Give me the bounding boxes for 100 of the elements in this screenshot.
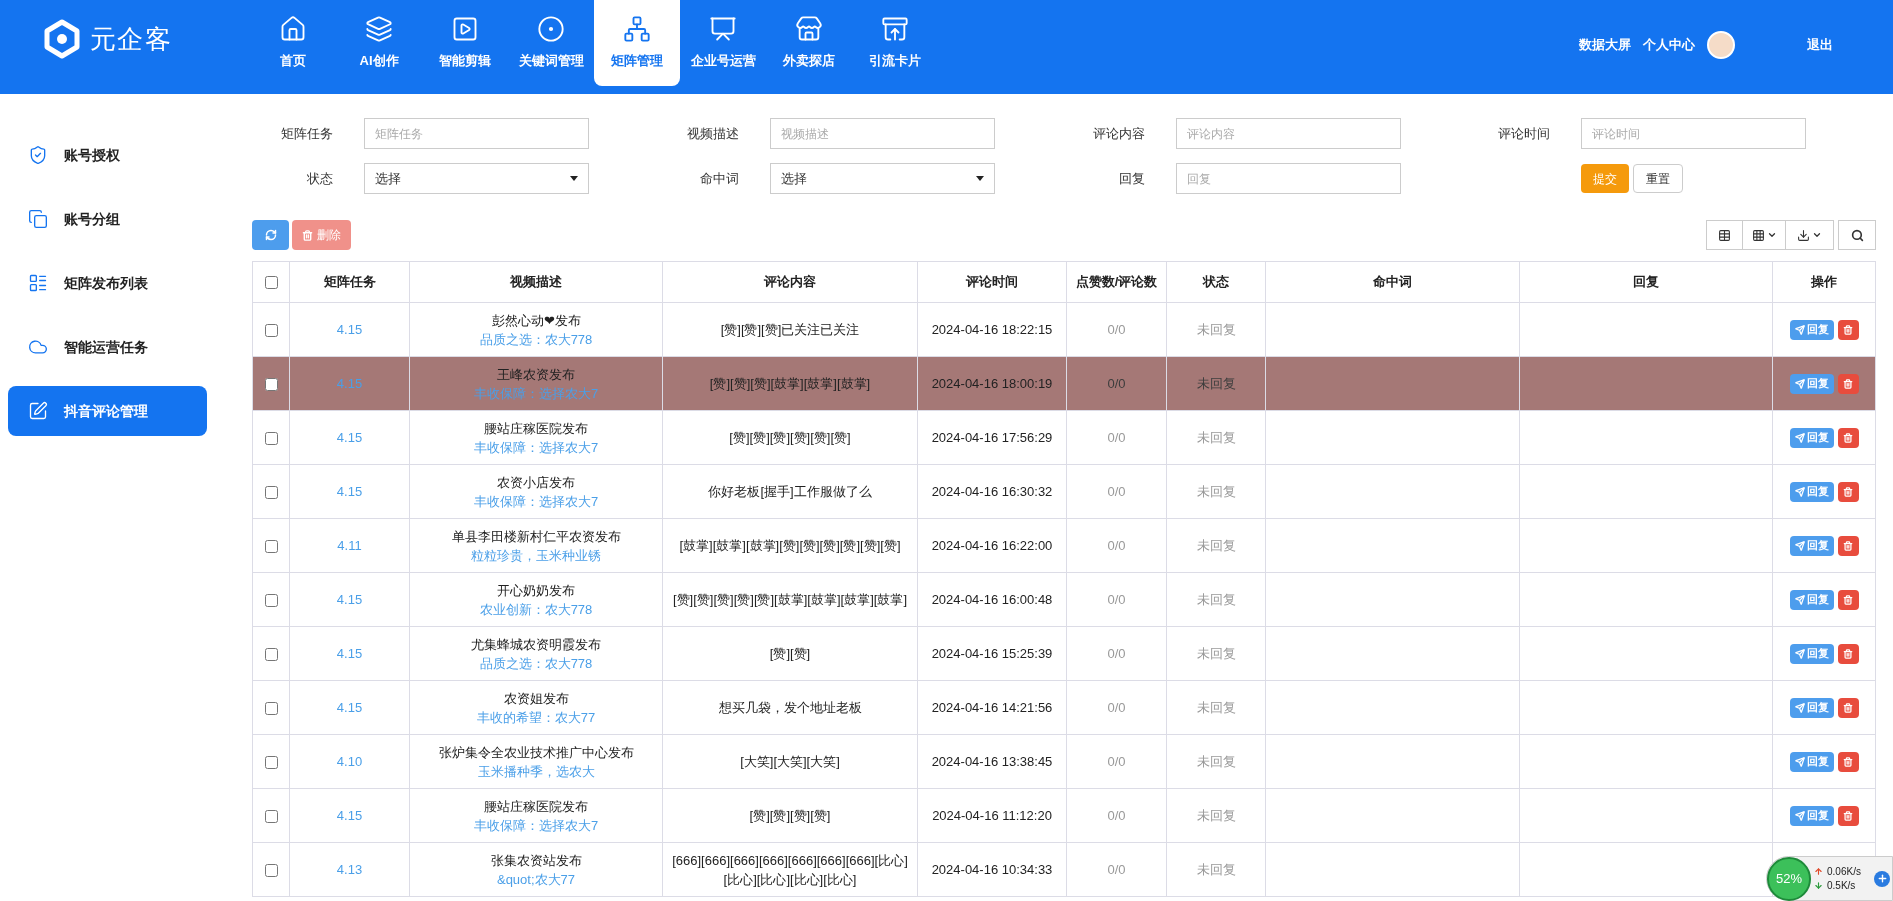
select-all-checkbox[interactable]: [264, 276, 278, 290]
header-link[interactable]: 个人中心: [1643, 35, 1695, 55]
status-cell: 未回复: [1166, 788, 1266, 843]
reply-button[interactable]: 回复: [1789, 481, 1834, 502]
columns-button[interactable]: [1743, 220, 1786, 250]
trash-icon: [1843, 594, 1853, 605]
column-header: 状态: [1166, 261, 1266, 303]
reply-button[interactable]: 回复: [1789, 427, 1834, 448]
trash-icon: [1843, 810, 1853, 821]
delete-row-button[interactable]: [1837, 373, 1859, 394]
task-cell[interactable]: 4.15: [289, 302, 410, 357]
input-field[interactable]: 回复: [1175, 163, 1401, 194]
row-checkbox[interactable]: [264, 809, 278, 823]
reply-button[interactable]: 回复: [1789, 805, 1834, 826]
count-cell: 0/0: [1066, 680, 1167, 735]
row-checkbox[interactable]: [264, 701, 278, 715]
reply-button[interactable]: 回复: [1789, 751, 1834, 772]
network-widget[interactable]: 52% 0.06K/s 0.5K/s: [1766, 856, 1893, 901]
nav-tab[interactable]: 首页: [250, 0, 336, 86]
delete-row-button[interactable]: [1837, 751, 1859, 772]
reply-button[interactable]: 回复: [1789, 697, 1834, 718]
copy-icon: [28, 209, 48, 229]
task-cell[interactable]: 4.15: [289, 788, 410, 843]
delete-row-button[interactable]: [1837, 481, 1859, 502]
video-subtitle: 丰收的希望：农大77: [475, 708, 597, 727]
row-checkbox[interactable]: [264, 431, 278, 445]
nav-tab[interactable]: 矩阵管理: [594, 0, 680, 86]
export-button[interactable]: [1786, 220, 1834, 250]
delete-row-button[interactable]: [1837, 805, 1859, 826]
row-checkbox[interactable]: [264, 539, 278, 553]
comment-cell: [赞][赞][赞][鼓掌][鼓掌][鼓掌]: [662, 356, 918, 411]
row-checkbox[interactable]: [264, 485, 278, 499]
column-header: 回复: [1519, 261, 1773, 303]
nav-tab[interactable]: 外卖探店: [766, 0, 852, 86]
caret-icon: [1812, 230, 1822, 240]
reset-button[interactable]: 重置: [1633, 164, 1684, 193]
input-field[interactable]: 评论时间: [1581, 118, 1807, 149]
select-field[interactable]: 选择: [364, 163, 589, 194]
comment-cell: [赞][赞][赞]已关注已关注: [662, 302, 918, 357]
search-button[interactable]: [1838, 220, 1876, 250]
nav-tab[interactable]: 智能剪辑: [422, 0, 508, 86]
nav-tab[interactable]: 关键词管理: [508, 0, 594, 86]
nav-tab[interactable]: AI创作: [336, 0, 422, 86]
comment-cell: [赞][赞]: [662, 626, 918, 681]
input-field[interactable]: 矩阵任务: [364, 118, 589, 149]
sidebar-item[interactable]: 智能运营任务: [8, 322, 207, 372]
row-checkbox[interactable]: [264, 863, 278, 877]
count-cell: 0/0: [1066, 356, 1167, 411]
avatar[interactable]: [1707, 31, 1735, 59]
nav-tab[interactable]: 引流卡片: [852, 0, 938, 86]
row-checkbox[interactable]: [264, 593, 278, 607]
status-cell: 未回复: [1166, 680, 1266, 735]
header-link[interactable]: 数据大屏: [1579, 35, 1631, 55]
reply-button[interactable]: 回复: [1789, 643, 1834, 664]
plus-icon[interactable]: [1874, 870, 1890, 887]
task-cell[interactable]: 4.15: [289, 572, 410, 627]
delete-row-button[interactable]: [1837, 697, 1859, 718]
trash-icon: [1843, 540, 1853, 551]
filter-label: 回复: [1117, 169, 1146, 188]
reply-button[interactable]: 回复: [1789, 319, 1834, 340]
task-cell[interactable]: 4.15: [289, 680, 410, 735]
table-view-button[interactable]: [1706, 220, 1743, 250]
reply-button[interactable]: 回复: [1789, 589, 1834, 610]
task-cell[interactable]: 4.10: [289, 734, 410, 789]
delete-row-button[interactable]: [1837, 643, 1859, 664]
task-cell[interactable]: 4.15: [289, 626, 410, 681]
task-cell[interactable]: 4.15: [289, 464, 410, 519]
status-cell: 未回复: [1166, 464, 1266, 519]
row-checkbox[interactable]: [264, 377, 278, 391]
input-field[interactable]: 评论内容: [1175, 118, 1401, 149]
sidebar-item[interactable]: 矩阵发布列表: [8, 258, 207, 308]
delete-button[interactable]: 删除: [292, 220, 351, 250]
input-field[interactable]: 视频描述: [769, 118, 995, 149]
logout-link[interactable]: 退出: [1807, 35, 1833, 55]
delete-row-button[interactable]: [1837, 589, 1859, 610]
task-cell[interactable]: 4.13: [289, 842, 410, 897]
row-checkbox[interactable]: [264, 647, 278, 661]
row-checkbox[interactable]: [264, 323, 278, 337]
row-checkbox[interactable]: [264, 755, 278, 769]
delete-row-button[interactable]: [1837, 535, 1859, 556]
delete-row-button[interactable]: [1837, 319, 1859, 340]
task-cell[interactable]: 4.15: [289, 410, 410, 465]
task-cell[interactable]: 4.11: [289, 518, 410, 573]
time-cell: 2024-04-16 16:30:32: [917, 464, 1067, 519]
select-field[interactable]: 选择: [769, 163, 995, 194]
refresh-button[interactable]: [252, 220, 289, 250]
video-subtitle: 玉米播种季，选农大: [476, 762, 596, 781]
submit-button[interactable]: 提交: [1581, 164, 1630, 193]
nav-tab[interactable]: 企业号运营: [680, 0, 766, 86]
send-icon: [1794, 756, 1805, 767]
column-header: 操作: [1772, 261, 1876, 303]
filter-label: 状态: [306, 169, 334, 188]
sidebar-item[interactable]: 账号授权: [8, 130, 207, 180]
upload-arrow-icon: [1814, 867, 1823, 876]
reply-button[interactable]: 回复: [1789, 535, 1834, 556]
delete-row-button[interactable]: [1837, 427, 1859, 448]
sidebar-item[interactable]: 抖音评论管理: [8, 386, 207, 436]
status-cell: 未回复: [1166, 734, 1266, 789]
sidebar-item[interactable]: 账号分组: [8, 194, 207, 244]
reply-button[interactable]: 回复: [1789, 373, 1834, 394]
